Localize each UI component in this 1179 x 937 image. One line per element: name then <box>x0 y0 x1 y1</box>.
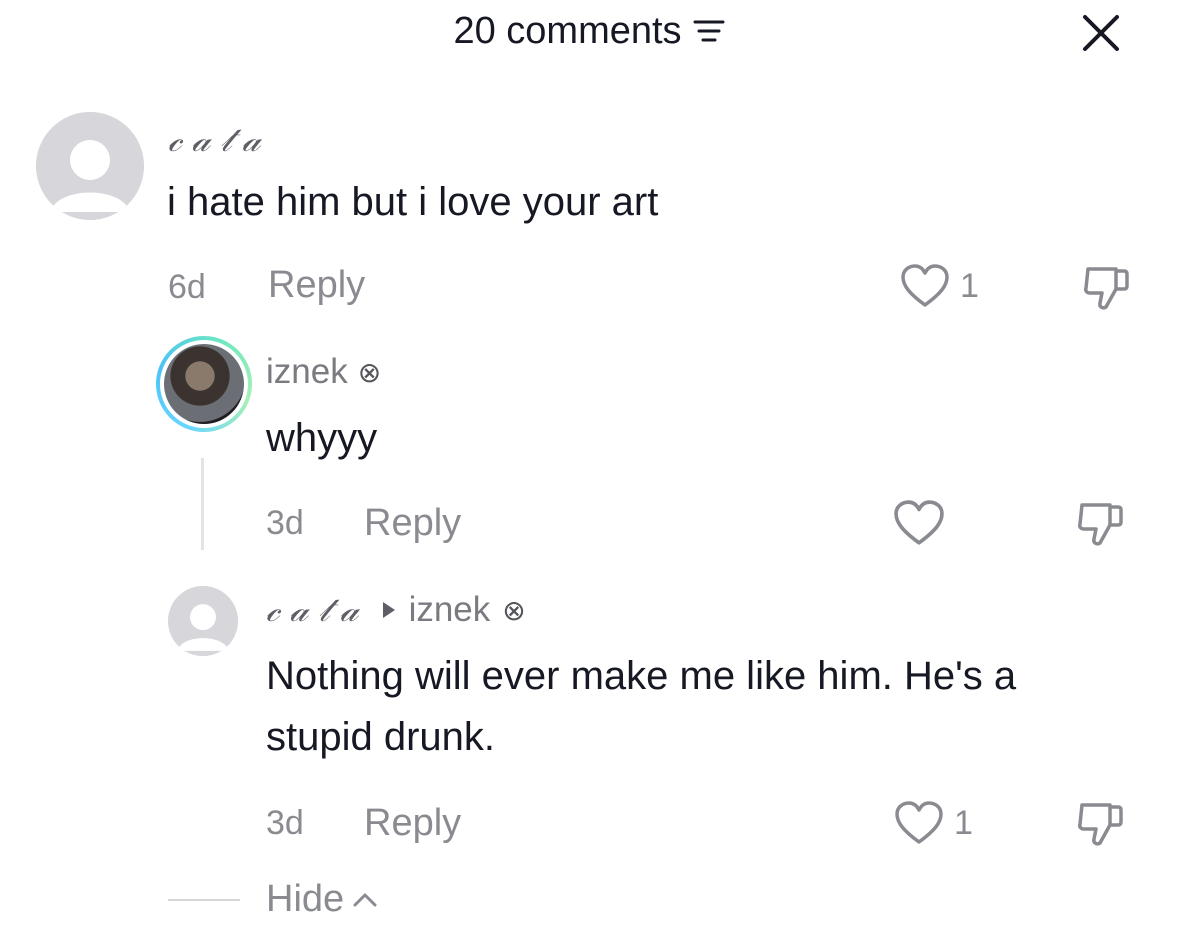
avatar[interactable] <box>168 586 238 656</box>
heart-icon <box>901 264 949 307</box>
chevron-up-icon <box>353 893 377 906</box>
comment-author-row: 𝒸𝒶𝓉𝒶 iznek ⊗ <box>266 590 526 630</box>
comment-text: whyyy <box>266 416 378 460</box>
hide-replies-button[interactable]: Hide <box>266 878 378 921</box>
heart-icon <box>894 500 944 545</box>
creator-badge-icon: ⊗ <box>357 356 382 388</box>
default-avatar-icon <box>36 112 144 220</box>
thread-line <box>201 458 204 550</box>
creator-badge-icon: ⊗ <box>502 594 526 626</box>
like-button[interactable] <box>892 498 946 548</box>
like-count: 1 <box>960 266 979 305</box>
reply-button[interactable]: Reply <box>364 802 461 845</box>
comment-author-row: iznek ⊗ <box>266 352 381 392</box>
reply-arrow-icon <box>381 600 397 620</box>
like-count: 1 <box>954 803 973 842</box>
sort-icon[interactable] <box>692 16 726 46</box>
divider <box>168 899 240 901</box>
close-button[interactable] <box>1076 12 1126 54</box>
comment-time: 3d <box>266 804 304 842</box>
reply-button[interactable]: Reply <box>268 264 365 307</box>
comment-text: Nothing will ever make me like him. He's… <box>266 646 1016 768</box>
comments-header: 20 comments <box>0 6 1179 56</box>
comment-author[interactable]: iznek <box>266 352 348 392</box>
dislike-button[interactable] <box>1070 798 1130 850</box>
dislike-button[interactable] <box>1070 498 1130 550</box>
avatar[interactable] <box>156 336 252 432</box>
hide-label: Hide <box>266 878 345 920</box>
avatar[interactable] <box>36 112 144 220</box>
comment-author[interactable]: 𝒸𝒶𝓉𝒶 <box>266 590 369 630</box>
close-icon <box>1083 15 1119 51</box>
profile-photo <box>164 344 244 424</box>
comment-text-line: Nothing will ever make me like him. He's… <box>266 654 1017 698</box>
dislike-button[interactable] <box>1076 262 1136 314</box>
comments-count: 20 comments <box>453 10 682 52</box>
heart-icon <box>895 801 943 844</box>
thumbs-down-icon <box>1078 503 1123 546</box>
reply-to-user[interactable]: iznek <box>409 590 491 630</box>
comment-text-line: stupid drunk. <box>266 715 496 759</box>
like-button[interactable]: 1 <box>900 262 979 310</box>
comment-time: 6d <box>168 268 206 306</box>
comment-author[interactable]: 𝒸𝒶𝓉𝒶 <box>168 120 271 160</box>
comment-text: i hate him but i love your art <box>167 180 659 224</box>
reply-button[interactable]: Reply <box>364 502 461 545</box>
comment-time: 3d <box>266 504 304 542</box>
thumbs-down-icon <box>1078 803 1123 846</box>
thumbs-down-icon <box>1084 267 1129 310</box>
like-button[interactable]: 1 <box>894 798 973 848</box>
default-avatar-icon <box>168 586 238 656</box>
